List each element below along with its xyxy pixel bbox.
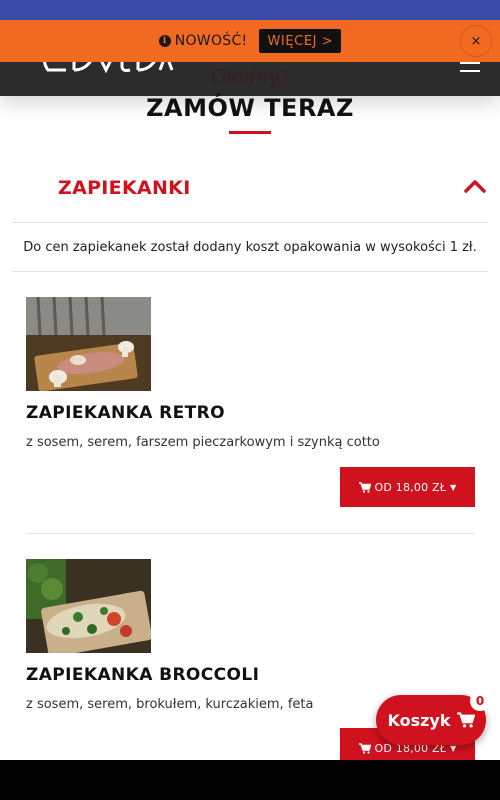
caret-down-icon: ▼	[450, 482, 457, 492]
price-label: OD 18,00 ZŁ	[374, 480, 447, 494]
hero-subtitle: Głodny?	[210, 66, 290, 88]
cart-count-badge: 0	[470, 691, 490, 711]
price-dropdown-button[interactable]: OD 18,00 ZŁ ▼	[340, 467, 475, 507]
cart-icon	[456, 712, 475, 728]
announcement-text-group: i NOWOŚĆ!	[158, 33, 248, 49]
cart-button[interactable]: Koszyk 0	[376, 691, 490, 745]
title-underline	[229, 131, 271, 134]
info-icon: i	[158, 35, 171, 47]
product-name: ZAPIEKANKA BROCCOLI	[26, 665, 260, 685]
packaging-cost-notice: Do cen zapiekanek został dodany koszt op…	[12, 224, 488, 272]
product-image-retro[interactable]	[26, 297, 151, 391]
cart-icon	[358, 742, 371, 754]
page-title: ZAMÓW TERAZ	[146, 94, 354, 122]
product-image-broccoli[interactable]	[26, 559, 151, 653]
product-description: z sosem, serem, farszem pieczarkowym i s…	[26, 435, 380, 450]
cart-icon	[358, 481, 371, 493]
product-card: ZAPIEKANKA RETRO z sosem, serem, farszem…	[26, 297, 476, 507]
chevron-up-icon[interactable]	[464, 179, 486, 193]
product-card: ZAPIEKANKA BROCCOLI z sosem, serem, brok…	[26, 559, 476, 768]
product-name: ZAPIEKANKA RETRO	[26, 403, 225, 423]
category-header-zapiekanki[interactable]: ZAPIEKANKI	[12, 163, 488, 223]
system-navigation-bar	[0, 760, 500, 800]
category-title: ZAPIEKANKI	[58, 177, 191, 199]
close-announcement-button[interactable]: ×	[460, 25, 492, 57]
announcement-bar: i NOWOŚĆ! WIĘCEJ > ×	[0, 20, 500, 62]
cart-label: Koszyk	[387, 710, 451, 730]
announcement-label: NOWOŚĆ!	[174, 33, 248, 49]
status-bar	[0, 0, 500, 20]
product-divider	[26, 533, 474, 534]
more-button[interactable]: WIĘCEJ >	[259, 29, 342, 53]
